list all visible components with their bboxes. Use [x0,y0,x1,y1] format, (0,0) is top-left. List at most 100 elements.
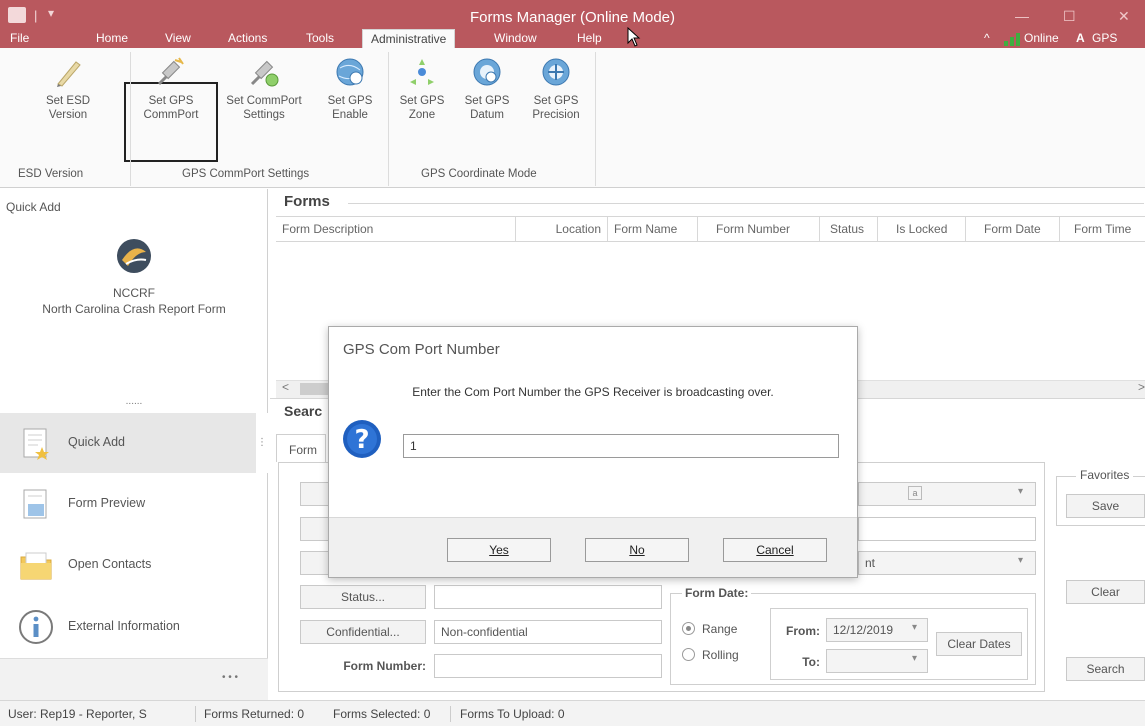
gps-com-port-dialog: GPS Com Port Number Enter the Com Port N… [328,326,858,578]
column-header-is-locked[interactable]: Is Locked [878,217,966,241]
quick-add-item-name[interactable]: North Carolina Crash Report Form [0,302,268,316]
search-button[interactable]: Search [1066,657,1145,681]
column-header-form-time[interactable]: Form Time [1060,217,1145,241]
form-number-label: Form Number: [343,659,426,673]
clear-button[interactable]: Clear [1066,580,1145,604]
info-icon [18,609,54,645]
from-label: From: [786,624,820,638]
minimize-button[interactable]: — [1015,8,1029,24]
column-header-status[interactable]: Status [820,217,878,241]
set-gps-zone-button[interactable]: Set GPS Zone [394,56,450,122]
field-icon: a [908,486,922,500]
button-label-line1: Set GPS [399,95,445,107]
status-separator [195,706,196,722]
to-date-dropdown-icon[interactable]: ▾ [912,653,917,664]
panel-resize-handle[interactable]: ⋮ [256,413,268,473]
button-label-line2: Version [48,109,88,121]
title-bar: | ▾ Forms Manager (Online Mode) — ☐ ✕ Fi… [0,0,1145,49]
radio-selected-dot [686,626,691,631]
button-label-line1: Set GPS [148,95,194,107]
menu-view[interactable]: View [165,29,191,48]
nav-item-form-preview[interactable]: Form Preview [0,474,256,534]
column-header-form-description[interactable]: Form Description [276,217,516,241]
form-number-input[interactable] [434,654,662,678]
scroll-right-icon[interactable]: > [1138,380,1145,394]
status-bar: User: Rep19 - Reporter, S Forms Returned… [0,700,1145,726]
form-preview-icon [18,486,54,522]
nav-item-quick-add[interactable]: Quick Add [0,413,256,473]
to-label: To: [802,655,820,669]
forms-title-rule [348,203,1144,204]
quick-add-icon [18,425,54,461]
globe-enable-icon [334,56,366,88]
nav-label: Form Preview [68,496,146,510]
set-esd-version-button[interactable]: Set ESD Version [40,56,96,122]
rolling-radio[interactable] [682,648,695,661]
save-favorite-button[interactable]: Save [1066,494,1145,518]
clear-dates-button[interactable]: Clear Dates [936,632,1022,656]
online-status[interactable]: Online [1024,29,1059,48]
no-button[interactable]: No [585,538,689,562]
menu-help[interactable]: Help [577,29,602,48]
dropdown-arrow-icon[interactable]: ▾ [1018,555,1023,566]
menu-tools[interactable]: Tools [306,29,334,48]
confidential-field[interactable]: Non-confidential [434,620,662,644]
button-label-line2: Datum [470,109,504,121]
com-port-input[interactable]: 1 [403,434,839,458]
confidential-button[interactable]: Confidential... [300,620,426,644]
menu-home[interactable]: Home [96,29,128,48]
from-date-dropdown-icon[interactable]: ▾ [912,622,917,633]
collapse-ribbon-icon[interactable]: ^ [984,29,990,48]
form-date-label: Form Date: [682,586,752,600]
button-label-line1: Set GPS [327,95,373,107]
yes-button[interactable]: Yes [447,538,551,562]
ribbon-separator [388,52,389,186]
close-button[interactable]: ✕ [1118,8,1130,25]
range-label[interactable]: Range [702,622,737,636]
nav-item-open-contacts[interactable]: Open Contacts [0,535,256,595]
search-field-button[interactable] [300,482,330,506]
set-gps-enable-button[interactable]: Set GPS Enable [318,56,382,122]
set-gps-commport-button[interactable]: Set GPS CommPort [134,56,208,122]
ribbon-separator [595,52,596,186]
button-label-line1: Set GPS [533,95,579,107]
search-field-button[interactable] [300,517,330,541]
nav-label: External Information [68,619,180,633]
column-header-form-number[interactable]: Form Number [698,217,820,241]
gps-status[interactable]: GPS [1092,29,1117,48]
set-commport-settings-button[interactable]: Set CommPort Settings [218,56,310,122]
nccrf-logo-icon[interactable] [116,238,152,274]
column-header-form-name[interactable]: Form Name [608,217,698,241]
nav-item-external-information[interactable]: External Information [0,597,256,657]
nav-overflow-button[interactable]: • • • [222,672,238,683]
menu-administrative[interactable]: Administrative [362,29,456,49]
search-field-button[interactable] [300,551,330,575]
quick-add-item-code[interactable]: NCCRF [0,286,268,300]
set-gps-datum-button[interactable]: Set GPS Datum [458,56,516,122]
question-icon: ? [343,420,381,458]
dropdown-arrow-icon[interactable]: ▾ [1018,486,1023,497]
menu-file[interactable]: File [10,29,29,48]
cancel-button[interactable]: Cancel [723,538,827,562]
menu-window[interactable]: Window [494,29,537,48]
datum-icon [471,56,503,88]
cancel-label: Cancel [756,543,794,557]
tab-form[interactable]: Form [276,434,326,462]
status-user: User: Rep19 - Reporter, S [8,707,147,721]
search-select-dropdown-2[interactable]: nt [858,551,1036,575]
search-select-dropdown[interactable] [858,482,1036,506]
rolling-label[interactable]: Rolling [702,648,739,662]
svg-text:?: ? [354,425,369,455]
menu-actions[interactable]: Actions [228,29,267,48]
status-field[interactable] [434,585,662,609]
column-header-location[interactable]: Location [516,217,608,241]
column-header-form-date[interactable]: Form Date [966,217,1060,241]
panel-splitter-dots[interactable]: ...... [0,396,268,407]
maximize-button[interactable]: ☐ [1063,8,1076,25]
satellite-icon [155,56,187,88]
status-button[interactable]: Status... [300,585,426,609]
search-text-field[interactable] [858,517,1036,541]
scroll-left-icon[interactable]: < [282,380,289,394]
set-gps-precision-button[interactable]: Set GPS Precision [524,56,588,122]
button-label-line1: Set GPS [464,95,510,107]
